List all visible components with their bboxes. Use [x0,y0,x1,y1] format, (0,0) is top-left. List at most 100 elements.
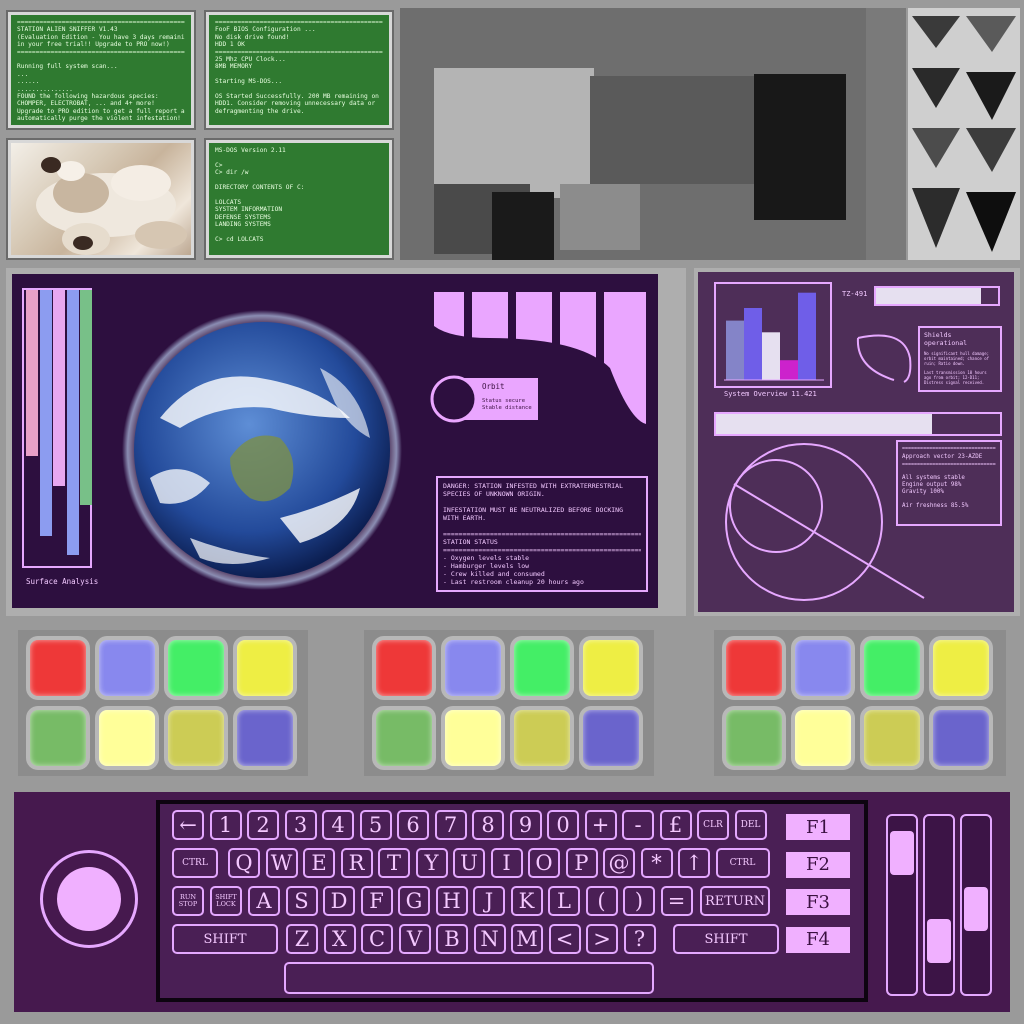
key[interactable]: - [622,810,654,840]
key[interactable]: Z [286,924,318,954]
function-key[interactable]: F1 [786,814,850,840]
slider[interactable] [886,814,918,996]
slider[interactable] [960,814,992,996]
pad-button[interactable] [933,710,989,766]
key[interactable]: B [436,924,468,954]
key[interactable]: H [435,886,468,916]
pad-button[interactable] [30,710,86,766]
key[interactable]: < [548,924,581,954]
pad-button[interactable] [583,640,639,696]
pad-button[interactable] [864,640,920,696]
pad-button[interactable] [168,640,224,696]
key[interactable]: £ [659,810,692,840]
space-bar[interactable] [284,962,654,994]
slider-knob[interactable] [964,887,988,932]
pad-button[interactable] [237,710,293,766]
master-round-button[interactable] [40,850,138,948]
key[interactable]: F [360,886,393,916]
key[interactable]: RUN STOP [172,886,204,916]
pad-button[interactable] [445,710,501,766]
key[interactable]: G [398,886,430,916]
pad-button[interactable] [30,640,86,696]
orbit-widget: Orbit Status secure Stable distance [430,374,540,424]
key[interactable]: A [248,886,280,916]
key[interactable]: ← [172,810,204,840]
key[interactable]: CTRL [715,848,770,878]
key[interactable]: E [303,848,335,878]
key[interactable]: C [361,924,393,954]
key[interactable]: 3 [284,810,317,840]
key[interactable]: Q [228,848,260,878]
function-key[interactable]: F2 [786,851,850,878]
terminal-line: DIRECTORY CONTENTS OF C: [215,184,305,191]
key[interactable]: SHIFT [172,924,278,954]
pad-button[interactable] [864,710,920,766]
key[interactable]: 5 [359,810,392,840]
key[interactable]: ( [585,886,618,916]
pad-button[interactable] [376,640,432,696]
slider-knob[interactable] [890,830,914,875]
key[interactable]: CLR [697,810,729,840]
key[interactable]: U [453,848,485,878]
key[interactable]: * [640,848,673,878]
key[interactable]: CTRL [172,848,218,878]
key[interactable]: 2 [247,810,279,840]
key[interactable]: ) [623,886,655,916]
key[interactable]: N [473,924,506,954]
key[interactable]: W [265,848,298,878]
key[interactable]: DEL [734,810,767,840]
pad-button[interactable] [514,710,570,766]
pad-button[interactable] [795,710,851,766]
pad-button[interactable] [583,710,639,766]
key[interactable]: 4 [322,810,354,840]
terminal-line: SYSTEM INFORMATION [215,206,283,214]
function-key[interactable]: F3 [786,889,850,915]
key[interactable]: ↑ [678,848,710,878]
key[interactable]: S [285,886,318,916]
key[interactable]: O [528,848,560,878]
key[interactable]: RETURN [700,886,770,916]
key[interactable]: 7 [434,810,467,840]
key[interactable]: 9 [509,810,542,840]
slider[interactable] [923,814,955,996]
key[interactable]: 8 [472,810,504,840]
surface-analysis-chart [22,288,92,568]
key[interactable]: X [323,924,356,954]
function-key[interactable]: F4 [786,926,850,953]
pad-button[interactable] [726,710,782,766]
key[interactable]: J [473,886,505,916]
pad-button[interactable] [99,640,155,696]
pad-button[interactable] [237,640,293,696]
key[interactable]: R [340,848,373,878]
pad-button[interactable] [99,710,155,766]
key[interactable]: = [660,886,693,916]
key[interactable]: T [378,848,410,878]
key[interactable]: 6 [397,810,429,840]
key[interactable]: I [490,848,523,878]
key[interactable]: Y [415,848,448,878]
key[interactable]: L [548,886,580,916]
terminal-line: 8MB MEMORY [215,63,253,71]
key[interactable]: D [323,886,355,916]
pad-button[interactable] [514,640,570,696]
pad-button[interactable] [726,640,782,696]
pad-button[interactable] [376,710,432,766]
pad-button[interactable] [168,710,224,766]
key[interactable]: ? [623,924,656,954]
key[interactable]: SHIFT LOCK [210,886,242,916]
key[interactable]: P [565,848,598,878]
key[interactable]: + [584,810,617,840]
key[interactable]: > [586,924,618,954]
key[interactable]: M [511,924,543,954]
key[interactable]: V [398,924,431,954]
key[interactable]: K [510,886,543,916]
pad-button[interactable] [445,640,501,696]
key[interactable]: SHIFT [673,924,779,954]
tz-label: TZ-491 [842,290,868,298]
slider-knob[interactable] [927,918,951,963]
key[interactable]: 0 [547,810,579,840]
pad-button[interactable] [795,640,851,696]
pad-button[interactable] [933,640,989,696]
key[interactable]: 1 [209,810,242,840]
key[interactable]: @ [603,848,635,878]
